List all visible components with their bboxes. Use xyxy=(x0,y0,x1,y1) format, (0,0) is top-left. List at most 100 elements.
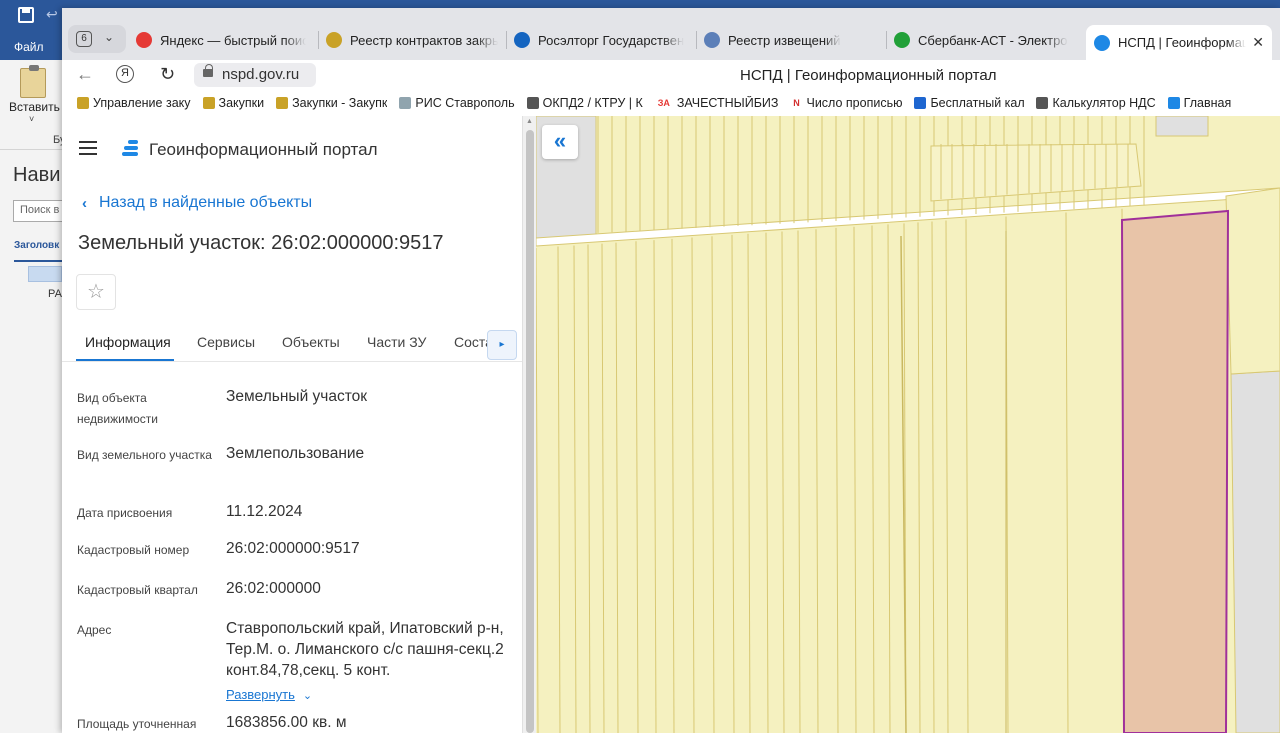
yandex-icon[interactable]: Я xyxy=(116,65,134,83)
tab-separator xyxy=(886,31,887,49)
bookmark-item[interactable]: Бесплатный каль xyxy=(914,96,1024,110)
tabs-scroll-right-button[interactable]: ▸ xyxy=(487,330,517,360)
bookmark-item[interactable]: Главная xyxy=(1167,96,1232,110)
bookmark-item[interactable]: Калькулятор НДС xyxy=(1036,96,1156,110)
expand-label: Развернуть xyxy=(226,687,295,702)
selected-parcel xyxy=(1120,209,1230,733)
browser-tab[interactable]: Реестр извещений xyxy=(704,25,880,55)
undo-icon[interactable]: ↩ xyxy=(46,6,58,23)
tab-0[interactable]: Информация xyxy=(85,334,171,350)
info-value: Ставропольский край, Ипатовский р-н, Тер… xyxy=(226,620,504,679)
page-title: НСПД | Геоинформационный портал xyxy=(740,67,997,84)
navigation-heading-item[interactable] xyxy=(28,266,62,282)
blank-area xyxy=(1230,370,1280,733)
navigation-headings-tab[interactable]: Заголовк xyxy=(14,240,59,251)
tab-separator xyxy=(506,31,507,49)
browser-tab[interactable]: Сбербанк-АСТ - Электро xyxy=(894,25,1068,55)
parcel xyxy=(1225,187,1280,375)
bookmark-label: Управление заку xyxy=(93,96,191,110)
bookmark-item[interactable]: ОКПД2 / КТРУ | К xyxy=(526,96,643,110)
cadastral-map[interactable] xyxy=(536,116,1280,733)
browser-tab[interactable]: НСПД | Геоинформаци ✕ xyxy=(1086,25,1272,60)
nspd-icon xyxy=(1094,34,1110,51)
info-label: Кадастровый номер xyxy=(77,543,190,557)
object-panel: Геоинформационный портал ‹ Назад в найде… xyxy=(62,116,522,733)
expand-address-link[interactable]: Развернуть ⌄ xyxy=(226,687,312,702)
chevron-down-icon: ⌄ xyxy=(302,690,313,702)
roseltorg-icon xyxy=(514,32,530,48)
bookmarks-bar: Управление заку Закупки Закупки - Закупк РИ… xyxy=(62,90,1280,116)
eagle-icon xyxy=(202,97,215,109)
info-label: Вид объекта недвижимости xyxy=(77,391,158,426)
emblem-icon xyxy=(77,97,89,109)
calculator-icon xyxy=(1036,97,1049,109)
close-icon[interactable]: ✕ xyxy=(1252,34,1264,51)
tab-count: 6 xyxy=(76,31,92,47)
sber-icon xyxy=(894,32,910,48)
bookmark-label: Закупки - Закупк xyxy=(292,96,388,110)
save-icon[interactable] xyxy=(18,7,34,23)
cloud-icon xyxy=(399,97,412,109)
tab-3[interactable]: Части ЗУ xyxy=(367,334,426,350)
blank-area xyxy=(1155,116,1209,137)
chevron-down-icon: ⌄ xyxy=(104,30,115,44)
info-value: 1683856.00 кв. м xyxy=(226,714,347,731)
tab-title: НСПД | Геоинформаци xyxy=(1118,35,1247,50)
url-text: nspd.gov.ru xyxy=(222,66,300,83)
navigation-heading-text: РА xyxy=(48,288,62,300)
browser-tab[interactable]: Росэлторг Государствен xyxy=(514,25,692,55)
bookmark-item[interactable]: Закупки - Закупк xyxy=(276,96,387,110)
browser-tab[interactable]: Яндекс — быстрый поиск xyxy=(136,25,306,55)
browser-tab[interactable]: Реестр контрактов закры xyxy=(326,25,498,55)
tab-bar: 6 ⌄ Яндекс — быстрый поиск Реестр контрак… xyxy=(62,8,1280,60)
tab-2[interactable]: Объекты xyxy=(282,334,340,350)
bookmark-label: Закупки xyxy=(218,96,265,110)
tab-count-button[interactable]: 6 ⌄ xyxy=(68,25,126,53)
tab-title: Росэлторг Государствен xyxy=(538,32,685,48)
active-tab-underline xyxy=(76,359,174,361)
bookmark-item[interactable]: РИС Ставрополь xyxy=(399,96,515,110)
n-icon: N xyxy=(793,98,800,108)
info-value: 26:02:000000 xyxy=(226,580,321,597)
za-icon: ЗА xyxy=(657,98,670,108)
back-arrow-icon[interactable]: ← xyxy=(76,64,94,85)
word-file-tab[interactable]: Файл xyxy=(14,40,44,54)
url-field[interactable]: nspd.gov.ru xyxy=(194,63,316,87)
portal-name[interactable]: Геоинформационный портал xyxy=(149,140,378,160)
bookmark-label: Главная xyxy=(1183,96,1232,110)
bookmark-label: ЗАЧЕСТНЫЙБИЗ xyxy=(676,96,779,110)
tab-separator xyxy=(696,31,697,49)
chevron-down-icon[interactable]: ˅ xyxy=(29,114,34,124)
collapse-panel-button[interactable]: « xyxy=(542,125,578,159)
info-value: 11.12.2024 xyxy=(226,503,303,520)
info-label: Адрес xyxy=(77,623,112,637)
scrollbar-thumb[interactable] xyxy=(526,130,534,733)
favorite-star-icon[interactable]: ☆ xyxy=(76,274,116,310)
emblem-icon xyxy=(276,97,289,109)
emblem-icon xyxy=(326,32,342,48)
bookmark-item[interactable]: Управление заку xyxy=(77,96,191,110)
lock-icon[interactable] xyxy=(203,64,213,77)
bookmark-item[interactable]: ЗА ЗАЧЕСТНЫЙБИЗ xyxy=(655,96,779,110)
back-to-results-link[interactable]: ‹ Назад в найденные объекты xyxy=(82,194,312,212)
calc-blue-icon xyxy=(914,97,927,109)
info-tabs: Соста Части ЗУ Объекты Сервисы Информация ▸ xyxy=(62,324,522,362)
info-label: Площадь уточненная xyxy=(77,717,197,731)
page-content: Геоинформационный портал ‹ Назад в найде… xyxy=(62,116,1280,733)
panel-scrollbar[interactable]: ▲ xyxy=(522,116,536,733)
bookmark-label: Бесплатный каль xyxy=(930,96,1025,110)
tab-1[interactable]: Сервисы xyxy=(197,334,255,350)
tab-separator xyxy=(318,31,319,49)
bookmark-item[interactable]: N Число прописью xyxy=(790,96,902,110)
bookmark-label: РИС Ставрополь xyxy=(415,96,515,110)
paste-button[interactable]: Вставить xyxy=(9,100,60,114)
yandex-icon xyxy=(136,32,152,48)
map-view[interactable]: « xyxy=(536,116,1280,733)
scroll-up-icon[interactable]: ▲ xyxy=(526,118,533,125)
word-ribbon: Вставить ˅ Бу xyxy=(0,60,65,150)
menu-icon[interactable] xyxy=(79,141,97,155)
tab-title: Реестр извещений xyxy=(728,32,841,48)
clipboard-icon[interactable] xyxy=(20,65,46,98)
bookmark-item[interactable]: Закупки xyxy=(202,96,265,110)
reload-icon[interactable]: ↻ xyxy=(160,64,175,85)
